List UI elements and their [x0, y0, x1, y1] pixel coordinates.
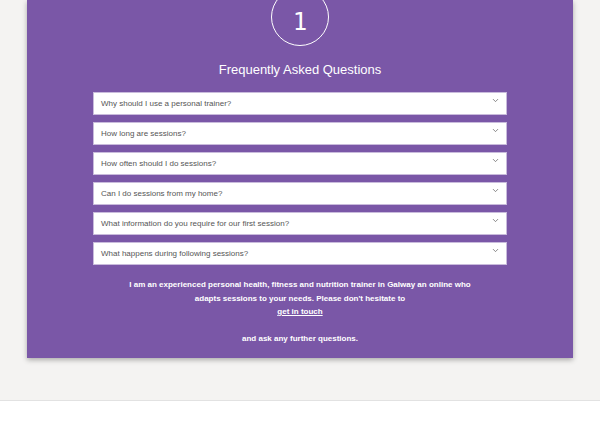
contact-intro: I am an experienced personal health, fit…: [120, 278, 480, 305]
faq-question: How long are sessions?: [101, 128, 186, 139]
stage: 1 Frequently Asked Questions Why should I …: [0, 0, 600, 400]
page: 1 Frequently Asked Questions Why should I …: [0, 0, 600, 448]
faq-item[interactable]: Can I do sessions from my home?: [93, 182, 507, 205]
faq-question: What information do you require for our …: [101, 218, 289, 229]
step-badge: 1: [271, 0, 329, 46]
chevron-down-icon: [491, 96, 500, 105]
faq-item[interactable]: Why should I use a personal trainer?: [93, 92, 507, 115]
faq-question: Can I do sessions from my home?: [101, 188, 222, 199]
chevron-down-icon: [491, 216, 500, 225]
faq-question: How often should I do sessions?: [101, 158, 216, 169]
chevron-down-icon: [491, 126, 500, 135]
faq-panel: 1 Frequently Asked Questions Why should I …: [27, 0, 573, 358]
contact-link[interactable]: get in touch: [120, 305, 480, 319]
contact-text: I am an experienced personal health, fit…: [120, 278, 480, 346]
faq-item[interactable]: What information do you require for our …: [93, 212, 507, 235]
faq-title: Frequently Asked Questions: [219, 62, 382, 78]
chevron-down-icon: [491, 156, 500, 165]
chevron-down-icon: [491, 246, 500, 255]
faq-item[interactable]: How often should I do sessions?: [93, 152, 507, 175]
contact-outro: and ask any further questions.: [120, 332, 480, 346]
chevron-down-icon: [491, 186, 500, 195]
faq-question: What happens during following sessions?: [101, 248, 248, 259]
faq-item[interactable]: What happens during following sessions?: [93, 242, 507, 265]
footer: [0, 400, 600, 448]
faq-item[interactable]: How long are sessions?: [93, 122, 507, 145]
faq-list: Why should I use a personal trainer? How …: [93, 92, 507, 265]
faq-question: Why should I use a personal trainer?: [101, 98, 231, 109]
